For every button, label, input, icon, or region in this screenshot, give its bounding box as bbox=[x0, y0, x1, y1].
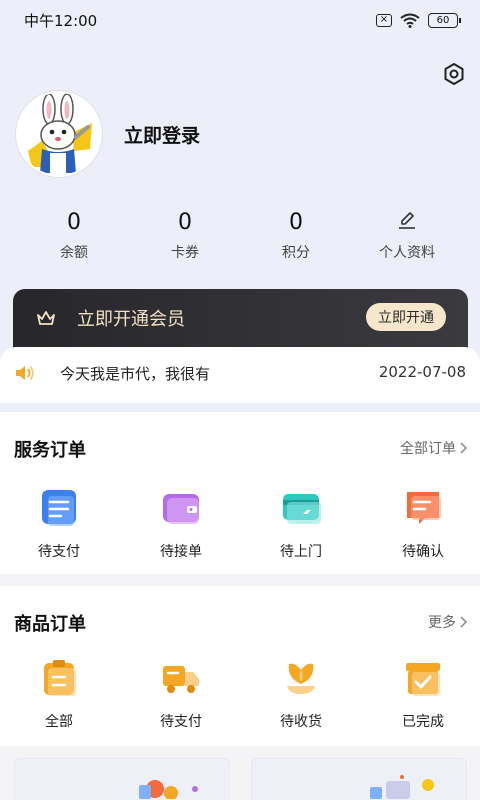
avatar[interactable] bbox=[16, 91, 102, 177]
box-check-icon bbox=[406, 663, 440, 696]
notice-bar[interactable]: 今天我是市代，我很有 2022-07-08 bbox=[0, 347, 480, 403]
section-title: 服务订单 bbox=[14, 440, 86, 461]
section-title: 商品订单 bbox=[14, 614, 86, 635]
stats-row: 0 余额 0 卡券 0 积分 个人资料 bbox=[0, 208, 480, 268]
promo-banner-left[interactable] bbox=[14, 758, 230, 800]
notice-date: 2022-07-08 bbox=[378, 363, 466, 381]
settings-icon[interactable] bbox=[442, 62, 466, 86]
stat-label: 卡券 bbox=[171, 245, 199, 261]
stat-value: 0 bbox=[178, 210, 192, 235]
rabbit-mascot-icon bbox=[28, 93, 92, 173]
grid-label: 待收货 bbox=[280, 714, 322, 730]
grid-label: 待接单 bbox=[160, 544, 202, 560]
goods-pending-receipt[interactable]: 待收货 bbox=[256, 658, 346, 731]
grid-label: 待上门 bbox=[280, 544, 322, 560]
service-orders-section: 服务订单 全部订单 待支付 待接单 待上门 待确认 bbox=[0, 412, 480, 574]
order-pending-visit[interactable]: 待上门 bbox=[256, 488, 346, 561]
status-icons: × 60 bbox=[376, 12, 461, 28]
grid-label: 全部 bbox=[45, 714, 73, 730]
grid-label: 已完成 bbox=[402, 714, 444, 730]
chevron-right-icon bbox=[460, 442, 468, 454]
stat-coupons[interactable]: 0 卡券 bbox=[130, 208, 240, 262]
goods-orders-section: 商品订单 更多 全部 待支付 待收货 已完成 bbox=[0, 586, 480, 746]
grid-label: 待支付 bbox=[38, 544, 80, 560]
notice-text: 今天我是市代，我很有 bbox=[60, 365, 211, 383]
order-pending-payment[interactable]: 待支付 bbox=[14, 488, 104, 561]
promo-banner-right[interactable] bbox=[251, 758, 467, 800]
grid-label: 待支付 bbox=[160, 714, 202, 730]
stat-value: 0 bbox=[67, 210, 81, 235]
activate-member-button[interactable]: 立即开通 bbox=[366, 303, 446, 331]
goods-completed[interactable]: 已完成 bbox=[378, 658, 468, 731]
more-link[interactable]: 更多 bbox=[428, 612, 468, 632]
clipboard-icon bbox=[44, 660, 76, 696]
stat-value: 0 bbox=[289, 210, 303, 235]
wallet-icon bbox=[163, 494, 199, 524]
stat-label: 积分 bbox=[282, 245, 310, 261]
order-pending-accept[interactable]: 待接单 bbox=[136, 488, 226, 561]
link-label: 更多 bbox=[428, 615, 456, 631]
goods-all[interactable]: 全部 bbox=[14, 658, 104, 731]
edit-icon bbox=[399, 212, 415, 229]
stat-points[interactable]: 0 积分 bbox=[241, 208, 351, 262]
login-link[interactable]: 立即登录 bbox=[124, 121, 200, 148]
card-icon bbox=[283, 494, 321, 524]
chevron-right-icon bbox=[460, 616, 468, 628]
battery-level: 60 bbox=[436, 14, 450, 26]
flower-icon bbox=[287, 663, 315, 694]
document-icon bbox=[42, 490, 76, 526]
battery-icon: 60 bbox=[428, 12, 461, 28]
crown-icon bbox=[37, 311, 55, 325]
promo-illustration-icon bbox=[139, 780, 198, 800]
promo-illustration-icon bbox=[370, 775, 434, 799]
stat-profile[interactable]: 个人资料 bbox=[352, 208, 462, 262]
speaker-icon bbox=[16, 365, 34, 381]
sim-off-icon: × bbox=[376, 13, 392, 27]
status-time: 中午12:00 bbox=[24, 11, 98, 30]
status-bar: 中午12:00 × 60 bbox=[0, 0, 480, 40]
wifi-icon bbox=[400, 13, 420, 28]
all-orders-link[interactable]: 全部订单 bbox=[400, 438, 468, 458]
grid-label: 待确认 bbox=[402, 544, 444, 560]
message-icon bbox=[407, 492, 441, 524]
link-label: 全部订单 bbox=[400, 441, 456, 457]
goods-pending-payment[interactable]: 待支付 bbox=[136, 658, 226, 731]
edit-icon-wrap bbox=[352, 208, 462, 238]
member-title: 立即开通会员 bbox=[77, 309, 185, 330]
truck-icon bbox=[163, 666, 199, 693]
stat-label: 个人资料 bbox=[379, 245, 435, 261]
stat-balance[interactable]: 0 余额 bbox=[19, 208, 129, 262]
stat-label: 余额 bbox=[60, 245, 88, 261]
order-pending-confirm[interactable]: 待确认 bbox=[378, 488, 468, 561]
